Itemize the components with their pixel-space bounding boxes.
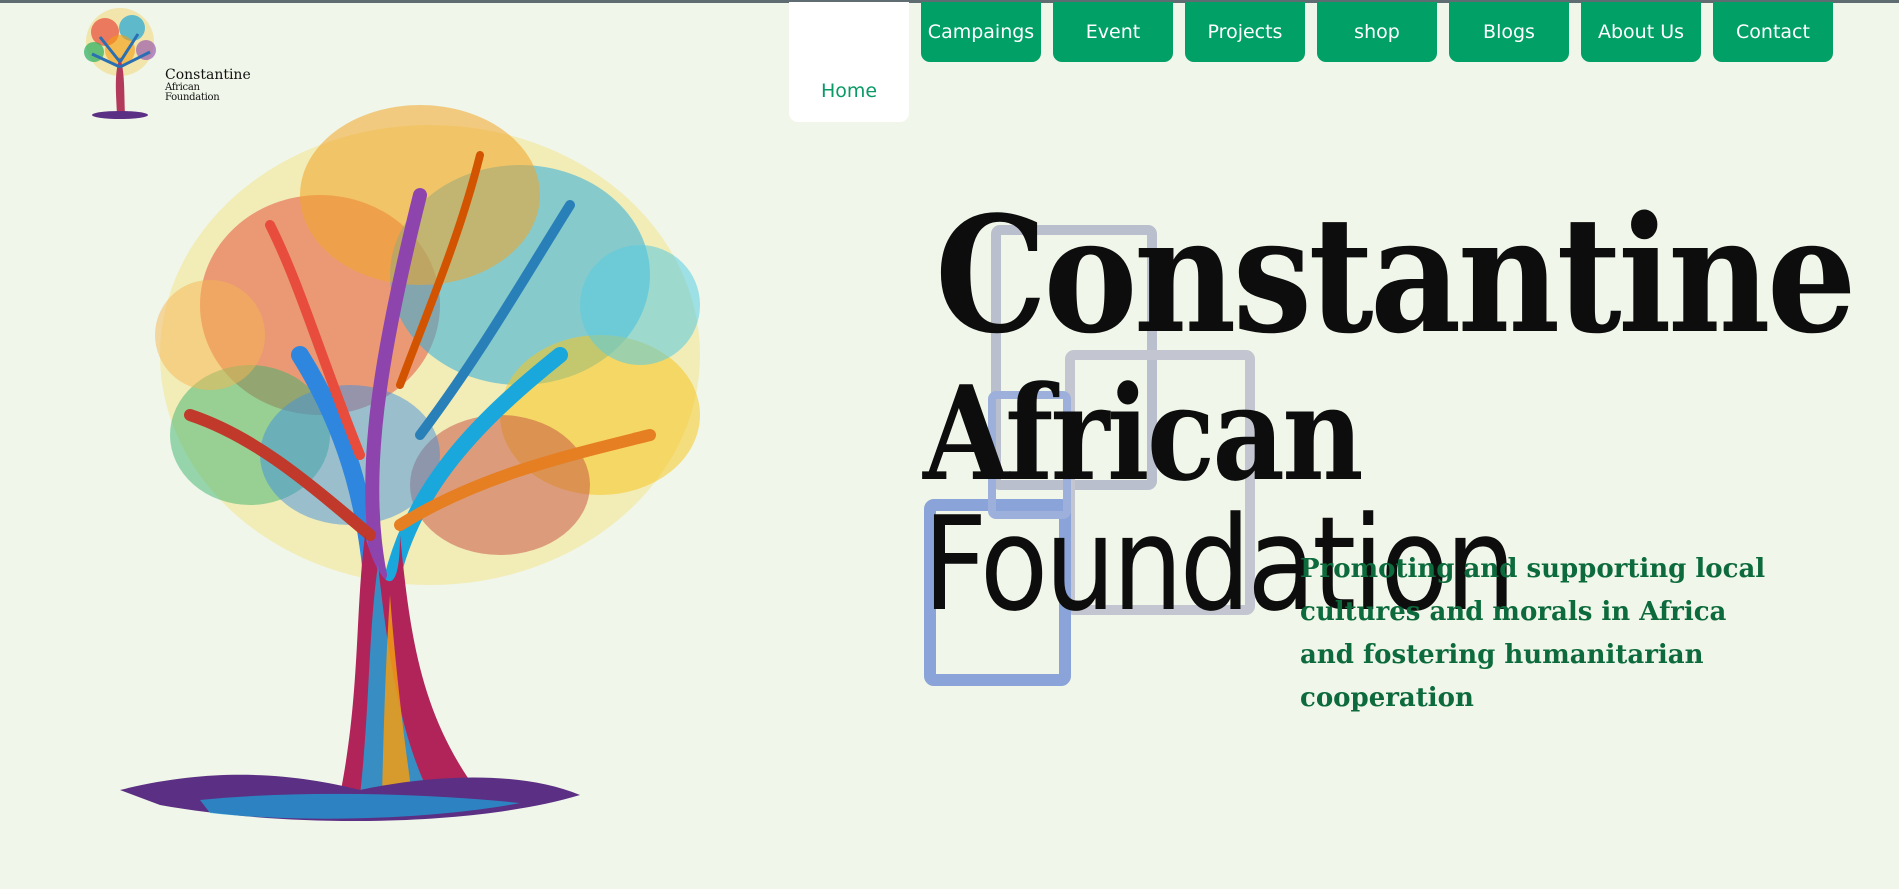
hero-tagline: Promoting and supporting local cultures … xyxy=(1300,554,1766,713)
nav-home-label: Home xyxy=(820,80,878,102)
nav-contact[interactable]: Contact xyxy=(1713,2,1833,62)
nav-event-label: Event xyxy=(1085,21,1141,43)
nav-event[interactable]: Event xyxy=(1053,2,1173,62)
nav-home[interactable]: Home xyxy=(789,2,909,122)
nav-about-us[interactable]: About Us xyxy=(1581,2,1701,62)
nav-blogs-label: Blogs xyxy=(1483,21,1535,43)
nav-campaigns[interactable]: Campaings xyxy=(921,2,1041,62)
nav-shop-label: shop xyxy=(1354,21,1400,43)
nav-contact-label: Contact xyxy=(1736,21,1810,43)
nav-projects-label: Projects xyxy=(1207,21,1283,43)
nav-blogs[interactable]: Blogs xyxy=(1449,2,1569,62)
nav-shop[interactable]: shop xyxy=(1317,2,1437,62)
nav-campaigns-label: Campaings xyxy=(927,21,1035,43)
nav-projects[interactable]: Projects xyxy=(1185,2,1305,62)
hero-tree-illustration xyxy=(120,105,700,822)
nav-about-us-label: About Us xyxy=(1597,21,1685,43)
hero-title-line-1: Constantine xyxy=(935,181,1857,369)
